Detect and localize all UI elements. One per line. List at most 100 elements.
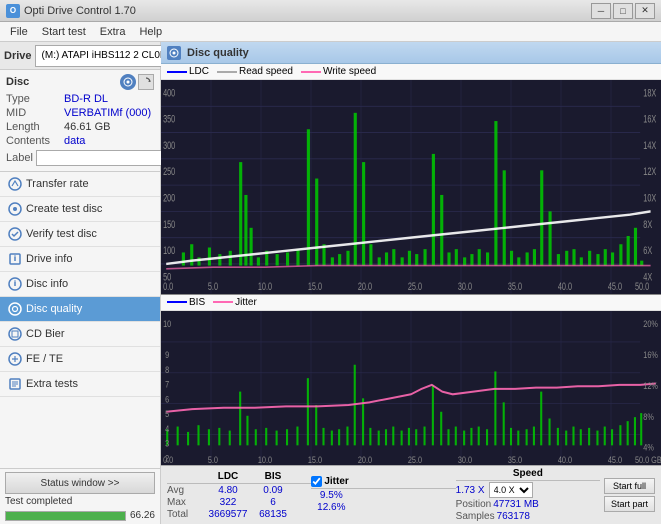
- menu-file[interactable]: File: [4, 22, 34, 41]
- nav-create-test-disc[interactable]: Create test disc: [0, 197, 160, 222]
- samples-label: Samples: [456, 511, 495, 522]
- nav-cd-bier[interactable]: CD Bier: [0, 322, 160, 347]
- speed-avg-row: 1.73 X 4.0 X: [456, 482, 600, 498]
- legend-1: LDC Read speed Write speed: [161, 64, 661, 80]
- nav-fe-te[interactable]: FE / TE: [0, 347, 160, 372]
- nav-drive-info-label: Drive info: [26, 253, 72, 265]
- legend-ldc-color: [167, 71, 187, 73]
- app-icon: O: [6, 4, 20, 18]
- svg-text:45.0: 45.0: [608, 453, 622, 464]
- verify-test-disc-icon: [8, 227, 22, 241]
- position-row: Position 47731 MB: [456, 499, 600, 510]
- disc-refresh-button[interactable]: [138, 74, 154, 90]
- stats-speed: Speed 1.73 X 4.0 X Position 47731 MB: [456, 468, 600, 522]
- legend-jitter: Jitter: [213, 297, 257, 308]
- stats-header-row: LDC BIS: [167, 471, 311, 484]
- start-part-button[interactable]: Start part: [604, 496, 655, 512]
- legend-jitter-label: Jitter: [235, 297, 257, 308]
- disc-refresh-icon: [141, 77, 151, 87]
- samples-row: Samples 763178: [456, 511, 600, 522]
- close-button[interactable]: ✕: [635, 3, 655, 19]
- nav-transfer-rate[interactable]: Transfer rate: [0, 172, 160, 197]
- jitter-checkbox[interactable]: [311, 476, 322, 487]
- stats-total-ldc: 3669577: [203, 509, 253, 520]
- disc-length-value: 46.61 GB: [64, 121, 110, 133]
- svg-text:200: 200: [163, 192, 175, 205]
- app-title: Opti Drive Control 1.70: [24, 5, 136, 17]
- window-controls: ─ □ ✕: [591, 3, 655, 19]
- disc-length-row: Length 46.61 GB: [6, 121, 154, 133]
- nav-cd-bier-label: CD Bier: [26, 328, 65, 340]
- legend-write-speed-label: Write speed: [323, 66, 376, 77]
- legend-read-speed-label: Read speed: [239, 66, 293, 77]
- minimize-button[interactable]: ─: [591, 3, 611, 19]
- svg-text:6: 6: [165, 393, 169, 404]
- speed-select-stat[interactable]: 4.0 X: [489, 482, 533, 498]
- jitter-max-row: 12.6%: [311, 502, 455, 513]
- start-full-button[interactable]: Start full: [604, 478, 655, 494]
- stats-area: LDC BIS Avg 4.80 0.09 Max 322 6: [161, 465, 661, 524]
- position-val: 47731 MB: [493, 499, 539, 510]
- legend-bis-color: [167, 301, 187, 303]
- svg-text:10.0: 10.0: [258, 281, 272, 294]
- svg-text:20%: 20%: [643, 318, 658, 329]
- stats-avg-row: Avg 4.80 0.09: [167, 485, 311, 496]
- stats-max-jitter: 12.6%: [311, 502, 351, 513]
- legend-ldc: LDC: [167, 66, 209, 77]
- stats-max-bis: 6: [253, 497, 293, 508]
- samples-val: 763178: [497, 511, 530, 522]
- nav-transfer-rate-label: Transfer rate: [26, 178, 89, 190]
- nav-drive-info[interactable]: Drive info: [0, 247, 160, 272]
- disc-chart-icon: [169, 48, 179, 58]
- svg-text:6X: 6X: [643, 245, 652, 258]
- speed-avg-val: 1.73 X: [456, 485, 485, 496]
- nav-extra-tests[interactable]: Extra tests: [0, 372, 160, 397]
- disc-title: Disc: [6, 76, 29, 88]
- svg-text:9: 9: [165, 349, 169, 360]
- speed-header: Speed: [456, 468, 600, 481]
- stats-total-row: Total 3669577 68135: [167, 509, 311, 520]
- svg-text:16X: 16X: [643, 113, 656, 126]
- disc-mid-label: MID: [6, 107, 64, 119]
- svg-text:50.0: 50.0: [635, 281, 649, 294]
- extra-tests-icon: [8, 377, 22, 391]
- status-window-button[interactable]: Status window >>: [5, 472, 155, 494]
- disc-length-label: Length: [6, 121, 64, 133]
- maximize-button[interactable]: □: [613, 3, 633, 19]
- nav-disc-info-label: Disc info: [26, 278, 68, 290]
- chart-header-icon: [167, 46, 181, 60]
- menu-extra[interactable]: Extra: [94, 22, 132, 41]
- legend-write-speed: Write speed: [301, 66, 376, 77]
- svg-text:4: 4: [165, 422, 169, 433]
- nav-disc-quality-label: Disc quality: [26, 303, 82, 315]
- svg-text:250: 250: [163, 166, 175, 179]
- nav-verify-test-disc[interactable]: Verify test disc: [0, 222, 160, 247]
- legend-jitter-color: [213, 301, 233, 303]
- nav-disc-quality[interactable]: Disc quality: [0, 297, 160, 322]
- stats-table: LDC BIS Avg 4.80 0.09 Max 322 6: [167, 468, 655, 522]
- top-chart: 400 350 300 250 200 150 100 50 18X 16X 1…: [161, 80, 661, 294]
- svg-text:12%: 12%: [643, 379, 658, 390]
- status-area: Status window >> Test completed 66.26: [0, 468, 160, 524]
- main-layout: Drive (M:) ATAPI iHBS112 2 CL0K Speed 4.…: [0, 42, 661, 524]
- disc-contents-row: Contents data: [6, 135, 154, 147]
- disc-mid-value: VERBATIMf (000): [64, 107, 151, 119]
- stats-total-label: Total: [167, 509, 203, 520]
- menu-help[interactable]: Help: [133, 22, 168, 41]
- disc-label-input[interactable]: [36, 150, 170, 166]
- disc-icon: [120, 74, 136, 90]
- stats-avg-label: Avg: [167, 485, 203, 496]
- chart-header: Disc quality: [161, 42, 661, 64]
- nav-disc-info[interactable]: Disc info: [0, 272, 160, 297]
- disc-info-icon: [8, 277, 22, 291]
- svg-text:20.0: 20.0: [358, 453, 372, 464]
- disc-type-row: Type BD-R DL: [6, 93, 154, 105]
- stats-max-row: Max 322 6: [167, 497, 311, 508]
- disc-header: Disc: [6, 74, 154, 90]
- svg-text:0.0: 0.0: [163, 281, 173, 294]
- nav-fe-te-label: FE / TE: [26, 353, 63, 365]
- stats-total-bis: 68135: [253, 509, 293, 520]
- nav-verify-test-disc-label: Verify test disc: [26, 228, 97, 240]
- menu-start-test[interactable]: Start test: [36, 22, 92, 41]
- disc-contents-value: data: [64, 135, 85, 147]
